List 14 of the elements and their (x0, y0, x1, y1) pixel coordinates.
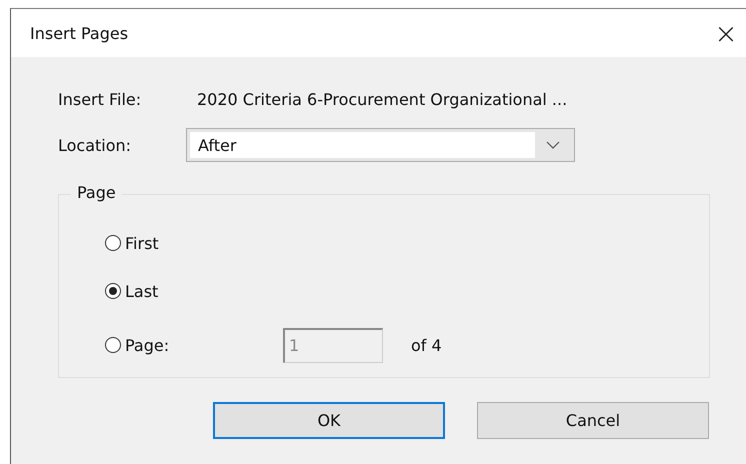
ok-button[interactable]: OK (213, 402, 445, 439)
location-label: Location: (58, 136, 132, 154)
insert-file-value: 2020 Criteria 6-Procurement Organizational ... (197, 90, 568, 108)
cancel-button[interactable]: Cancel (477, 402, 709, 439)
window-title: Insert Pages (30, 24, 128, 42)
radio-option[interactable]: Page: (105, 336, 283, 354)
radio-option[interactable]: First (105, 234, 283, 252)
location-dropdown[interactable]: After (186, 128, 575, 162)
group-title: Page (71, 183, 122, 202)
page-count-text: of 4 (411, 336, 442, 354)
chevron-down-icon (546, 141, 560, 149)
radio-option[interactable]: Last (105, 282, 283, 300)
insert-file-label: Insert File: (58, 90, 142, 108)
close-button[interactable]: × (706, 13, 746, 53)
